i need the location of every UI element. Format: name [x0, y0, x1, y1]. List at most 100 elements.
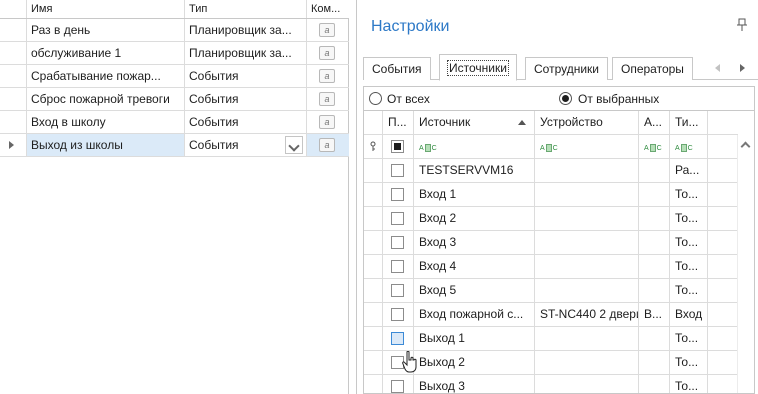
source-a[interactable] [639, 351, 670, 374]
table-row[interactable]: Вход 4 То... [364, 255, 738, 279]
source-device[interactable] [535, 375, 639, 393]
table-row[interactable]: TESTSERVVM16 Ра... [364, 159, 738, 183]
pin-icon[interactable] [736, 18, 748, 32]
source-device[interactable] [535, 183, 639, 206]
column-header-source[interactable]: Источник [414, 111, 535, 134]
table-row[interactable]: Вход 3 То... [364, 231, 738, 255]
memo-icon[interactable]: a [319, 138, 335, 152]
source-checkbox[interactable] [391, 188, 404, 201]
filter-source[interactable]: AC [414, 135, 535, 158]
source-device[interactable] [535, 159, 639, 182]
rule-name[interactable]: Выход из школы [27, 134, 185, 156]
source-checkbox[interactable] [391, 356, 404, 369]
source-checkbox[interactable] [391, 380, 404, 393]
rule-type[interactable]: Планировщик за... [185, 42, 307, 64]
source-device[interactable] [535, 279, 639, 302]
filter-a[interactable]: AC [639, 135, 670, 158]
source-checkbox[interactable] [391, 284, 404, 297]
source-a[interactable] [639, 231, 670, 254]
tab-employees[interactable]: Сотрудники [525, 57, 608, 80]
column-header-type[interactable]: Ти... [670, 111, 708, 134]
memo-icon[interactable]: a [319, 92, 335, 106]
comment-cell[interactable]: a [307, 134, 349, 156]
source-type[interactable]: То... [670, 231, 708, 254]
table-row[interactable]: Вход в школу События a [0, 111, 349, 134]
source-type[interactable]: Ра... [670, 159, 708, 182]
radio-selected-label[interactable]: От выбранных [578, 92, 659, 106]
source-a[interactable]: В... [639, 303, 670, 326]
rule-type[interactable]: События [185, 111, 307, 133]
table-row[interactable]: Выход 1 То... [364, 327, 738, 351]
memo-icon[interactable]: a [319, 23, 335, 37]
tab-scroll-right-icon[interactable] [740, 64, 745, 72]
source-device[interactable] [535, 255, 639, 278]
source-device[interactable] [535, 207, 639, 230]
filter-use[interactable] [383, 135, 414, 158]
source-a[interactable] [639, 159, 670, 182]
comment-cell[interactable]: a [307, 65, 349, 87]
source-name[interactable]: Вход 1 [414, 183, 535, 206]
source-device[interactable] [535, 327, 639, 350]
memo-icon[interactable]: a [319, 115, 335, 129]
column-header-name[interactable]: Имя [27, 0, 185, 18]
source-type[interactable]: То... [670, 183, 708, 206]
table-row[interactable]: Раз в день Планировщик за... a [0, 19, 349, 42]
source-name[interactable]: Вход 2 [414, 207, 535, 230]
column-header-device[interactable]: Устройство [535, 111, 639, 134]
table-row[interactable]: Вход пожарной с... ST-NC440 2 двери В...… [364, 303, 738, 327]
source-name[interactable]: Выход 3 [414, 375, 535, 393]
source-checkbox[interactable] [391, 260, 404, 273]
filter-device[interactable]: AC [535, 135, 639, 158]
source-a[interactable] [639, 279, 670, 302]
table-row[interactable]: Вход 5 То... [364, 279, 738, 303]
source-name[interactable]: Вход пожарной с... [414, 303, 535, 326]
vertical-scrollbar[interactable] [737, 135, 754, 393]
table-row[interactable]: Вход 1 То... [364, 183, 738, 207]
source-checkbox[interactable] [391, 212, 404, 225]
table-row-selected[interactable]: Выход из школы События a [0, 134, 349, 157]
rule-type[interactable]: Планировщик за... [185, 19, 307, 41]
filter-checkbox[interactable] [391, 140, 404, 153]
rule-name[interactable]: Сброс пожарной тревоги [27, 88, 185, 110]
rule-name[interactable]: Раз в день [27, 19, 185, 41]
source-type[interactable]: То... [670, 375, 708, 393]
radio-all-label[interactable]: От всех [387, 92, 430, 106]
rule-type[interactable]: События [185, 88, 307, 110]
radio-all-sources[interactable] [369, 92, 382, 105]
source-name[interactable]: Вход 4 [414, 255, 535, 278]
table-row[interactable]: Выход 3 То... [364, 375, 738, 393]
column-header-use[interactable]: П... [383, 111, 414, 134]
column-header-a[interactable]: А... [639, 111, 670, 134]
tab-scroll-left-icon[interactable] [715, 64, 720, 72]
source-checkbox[interactable] [391, 236, 404, 249]
comment-cell[interactable]: a [307, 88, 349, 110]
source-a[interactable] [639, 207, 670, 230]
source-device[interactable] [535, 231, 639, 254]
source-a[interactable] [639, 327, 670, 350]
rule-name[interactable]: Срабатывание пожар... [27, 65, 185, 87]
radio-selected-sources[interactable] [559, 92, 572, 105]
scroll-up-icon[interactable] [740, 141, 751, 152]
chevron-down-icon[interactable] [285, 136, 303, 154]
source-type[interactable]: Вход [670, 303, 708, 326]
source-checkbox[interactable] [391, 308, 404, 321]
source-name[interactable]: Выход 2 [414, 351, 535, 374]
source-device[interactable] [535, 351, 639, 374]
comment-cell[interactable]: a [307, 111, 349, 133]
source-name[interactable]: Вход 3 [414, 231, 535, 254]
source-type[interactable]: То... [670, 279, 708, 302]
source-type[interactable]: То... [670, 351, 708, 374]
comment-cell[interactable]: a [307, 19, 349, 41]
comment-cell[interactable]: a [307, 42, 349, 64]
source-checkbox[interactable] [391, 332, 404, 345]
source-type[interactable]: То... [670, 255, 708, 278]
source-type[interactable]: То... [670, 327, 708, 350]
table-row[interactable]: обслуживание 1 Планировщик за... a [0, 42, 349, 65]
table-row[interactable]: Срабатывание пожар... События a [0, 65, 349, 88]
rule-name[interactable]: Вход в школу [27, 111, 185, 133]
source-name[interactable]: TESTSERVVM16 [414, 159, 535, 182]
column-header-type[interactable]: Тип [185, 0, 307, 18]
memo-icon[interactable]: a [319, 46, 335, 60]
tab-events[interactable]: События [363, 57, 431, 80]
column-header-comment[interactable]: Ком... [307, 0, 349, 18]
